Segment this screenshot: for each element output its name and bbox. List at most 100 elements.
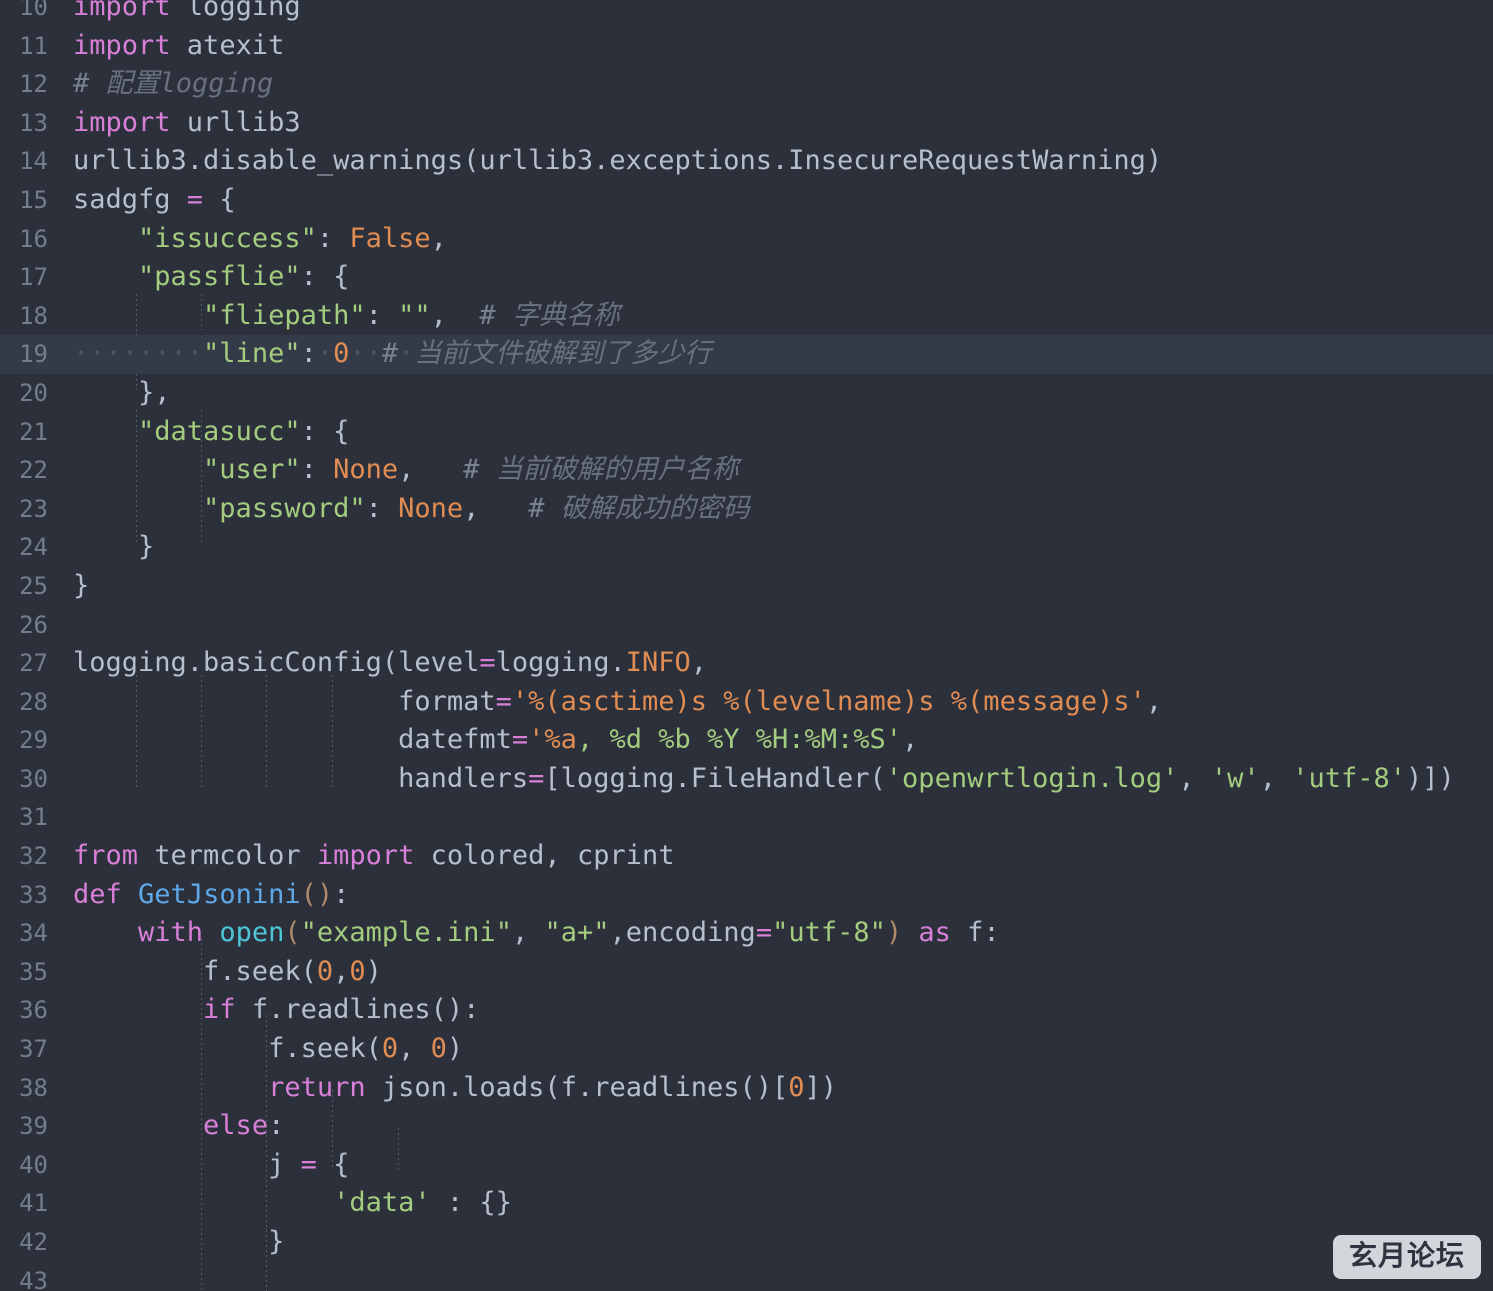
line-number: 27 xyxy=(19,649,48,678)
code-line[interactable]: 25} xyxy=(0,567,1493,606)
code-line[interactable]: 33 def GetJsonini(): xyxy=(0,876,1493,915)
token-plain: urllib3.disable_warnings(urllib3.excepti… xyxy=(73,145,1163,177)
code-line[interactable]: 39 else: xyxy=(0,1107,1493,1146)
line-number: 12 xyxy=(19,70,48,99)
line-content: f.seek(0,0) xyxy=(48,953,382,992)
line-content: format='%(asctime)s %(levelname)s %(mess… xyxy=(48,683,1162,722)
code-line[interactable]: 37 f.seek(0, 0) xyxy=(0,1030,1493,1069)
token-plain: urllib3 xyxy=(170,106,301,138)
line-content: with open("example.ini", "a+",encoding="… xyxy=(48,914,1000,953)
token-str: "" xyxy=(398,299,431,331)
token-fn: GetJsonini xyxy=(138,878,301,910)
code-line[interactable]: 11 import atexit xyxy=(0,27,1493,66)
code-line[interactable]: 16 "issuccess": False, xyxy=(0,220,1493,259)
code-line[interactable]: 36 if f.readlines(): xyxy=(0,991,1493,1030)
code-line[interactable]: 14 urllib3.disable_warnings(urllib3.excep… xyxy=(0,142,1493,181)
line-content: return json.loads(f.readlines()[0]) xyxy=(48,1069,837,1108)
line-content: sadgfg = { xyxy=(48,181,236,220)
code-line[interactable]: 41 'data' : {} xyxy=(0,1184,1493,1223)
line-number: 20 xyxy=(19,378,48,407)
code-line[interactable]: 38 return json.loads(f.readlines()[0]) xyxy=(0,1069,1493,1108)
code-line[interactable]: 28 format='%(asctime)s %(levelname)s %(m… xyxy=(0,683,1493,722)
code-line[interactable]: 31 xyxy=(0,798,1493,837)
line-content: } xyxy=(48,567,89,606)
line-content: else: xyxy=(48,1107,284,1146)
code-line[interactable]: 34 with open("example.ini", "a+",encodin… xyxy=(0,914,1493,953)
token-bi: open xyxy=(219,917,285,949)
code-line[interactable]: 17 "passflie": { xyxy=(0,258,1493,297)
token-plain: ]) xyxy=(804,1071,838,1103)
code-line[interactable]: 24 } xyxy=(0,528,1493,567)
token-plain: )]) xyxy=(1406,762,1455,794)
code-line[interactable]: 30 handlers=[logging.FileHandler('openwr… xyxy=(0,760,1493,799)
token-plain: , xyxy=(1145,685,1163,717)
token-plain: , xyxy=(398,454,464,486)
code-line[interactable]: 27 logging.basicConfig(level=logging.INFO… xyxy=(0,644,1493,683)
line-content: urllib3.disable_warnings(urllib3.excepti… xyxy=(48,142,1162,181)
token-num: '%(asctime)s %(levelname)s %(message)s' xyxy=(511,685,1146,717)
code-line-current[interactable]: 19 ········"line":·0··#·当前文件破解到了多少行 xyxy=(0,335,1493,374)
token-op: = xyxy=(186,183,204,215)
token-plain: : { xyxy=(300,415,350,447)
token-plain: }, xyxy=(73,376,171,408)
token-str: "utf-8" xyxy=(772,917,886,949)
code-line[interactable]: 12 # 配置logging xyxy=(0,65,1493,104)
code-line[interactable]: 23 "password": None, # 破解成功的密码 xyxy=(0,490,1493,529)
code-line[interactable]: 20 }, xyxy=(0,374,1493,413)
token-hash: # xyxy=(381,338,399,370)
token-plain: : xyxy=(268,1110,285,1142)
code-line[interactable]: 10 import logging xyxy=(0,0,1493,27)
token-plain: , xyxy=(1259,762,1293,794)
line-number: 23 xyxy=(19,494,48,523)
code-line[interactable]: 13 import urllib3 xyxy=(0,104,1493,143)
code-line[interactable]: 15 sadgfg = { xyxy=(0,181,1493,220)
code-line[interactable]: 21 "datasucc": { xyxy=(0,413,1493,452)
line-content: # 配置logging xyxy=(48,65,273,104)
token-str: , %d %b %Y %H:%M:%S' xyxy=(576,724,903,756)
token-paren: () xyxy=(300,878,334,910)
line-number: 32 xyxy=(19,842,48,871)
code-line[interactable]: 42 } xyxy=(0,1223,1493,1262)
token-ws: · xyxy=(316,338,334,370)
token-num: '%a xyxy=(528,724,577,756)
line-content: "passflie": { xyxy=(48,258,349,297)
token-str: "example.ini" xyxy=(300,917,512,949)
token-plain: handlers xyxy=(73,762,529,794)
code-line[interactable]: 40 j = { xyxy=(0,1146,1493,1185)
line-number: 31 xyxy=(19,803,48,832)
line-number: 25 xyxy=(19,571,48,600)
code-line[interactable]: 35 f.seek(0,0) xyxy=(0,953,1493,992)
line-content: "datasucc": { xyxy=(48,413,349,452)
code-line[interactable]: 18 "fliepath": "", # 字典名称 xyxy=(0,297,1493,336)
token-plain: : xyxy=(300,338,317,370)
token-num: 0 xyxy=(349,955,366,987)
line-content: } xyxy=(48,1223,284,1262)
code-line[interactable]: 29 datefmt='%a, %d %b %Y %H:%M:%S', xyxy=(0,721,1493,760)
token-plain: json.loads(f.readlines()[ xyxy=(365,1071,789,1103)
line-content: "password": None, # 破解成功的密码 xyxy=(48,490,750,529)
token-kw: as xyxy=(918,917,951,949)
token-num: 0 xyxy=(381,1033,399,1065)
code-line[interactable]: 43 xyxy=(0,1262,1493,1291)
line-number: 11 xyxy=(19,31,48,60)
token-plain: : xyxy=(365,299,399,331)
line-number: 10 xyxy=(19,0,48,21)
code-line[interactable]: 32 from termcolor import colored, cprint xyxy=(0,837,1493,876)
token-lit: INFO xyxy=(625,647,691,679)
line-content: import atexit xyxy=(48,27,284,66)
token-plain: colored, cprint xyxy=(414,840,675,872)
token-kw: import xyxy=(316,840,415,872)
token-plain: , xyxy=(398,1033,431,1065)
code-line[interactable]: 22 "user": None, # 当前破解的用户名称 xyxy=(0,451,1493,490)
token-plain: [logging.FileHandler( xyxy=(544,762,886,794)
code-editor[interactable]: 10 import logging 11 import atexit 12 # 配置log… xyxy=(0,0,1493,1291)
code-line[interactable]: 26 xyxy=(0,606,1493,645)
token-str: 'w' xyxy=(1210,762,1260,794)
